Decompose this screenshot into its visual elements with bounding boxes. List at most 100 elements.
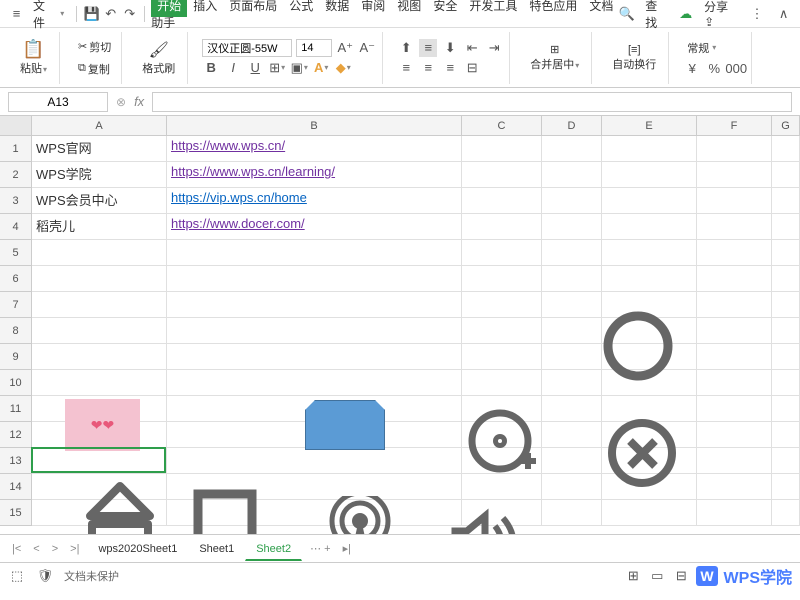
antenna-icon[interactable] bbox=[325, 496, 395, 534]
cell-F10[interactable] bbox=[697, 370, 772, 396]
cell-C6[interactable] bbox=[462, 266, 542, 292]
tab-first-icon[interactable]: |< bbox=[8, 541, 25, 557]
font-color-icon[interactable]: A▾ bbox=[312, 59, 330, 77]
cut-button[interactable]: ✂ 剪切 bbox=[74, 37, 115, 57]
fill-color-icon[interactable]: ▣▾ bbox=[290, 59, 308, 77]
undo-icon[interactable]: ↶ bbox=[102, 5, 119, 23]
col-header-C[interactable]: C bbox=[462, 116, 542, 135]
menu-tab-2[interactable]: 页面布局 bbox=[223, 0, 283, 17]
cell-D15[interactable] bbox=[542, 500, 602, 526]
row-header-9[interactable]: 9 bbox=[0, 344, 32, 370]
cell-D6[interactable] bbox=[542, 266, 602, 292]
menu-tab-4[interactable]: 数据 bbox=[319, 0, 355, 17]
menu-tab-8[interactable]: 开发工具 bbox=[463, 0, 523, 17]
menu-tab-5[interactable]: 审阅 bbox=[355, 0, 391, 17]
cell-G1[interactable] bbox=[772, 136, 800, 162]
settings-icon[interactable]: ⬚ bbox=[8, 567, 26, 585]
cell-F4[interactable] bbox=[697, 214, 772, 240]
cell-C1[interactable] bbox=[462, 136, 542, 162]
align-left-icon[interactable]: ≡ bbox=[397, 59, 415, 77]
blue-shape[interactable] bbox=[305, 400, 385, 450]
cell-F1[interactable] bbox=[697, 136, 772, 162]
cell-G14[interactable] bbox=[772, 474, 800, 500]
cell-B5[interactable] bbox=[167, 240, 462, 266]
cell-F15[interactable] bbox=[697, 500, 772, 526]
menu-tab-9[interactable]: 特色应用 bbox=[523, 0, 583, 17]
align-bottom-icon[interactable]: ⬇ bbox=[441, 39, 459, 57]
merge-center-button[interactable]: ⊞合并居中▾ bbox=[524, 41, 585, 74]
formula-input[interactable] bbox=[152, 92, 792, 112]
cell-G11[interactable] bbox=[772, 396, 800, 422]
row-header-4[interactable]: 4 bbox=[0, 214, 32, 240]
highlight-icon[interactable]: ◆▾ bbox=[334, 59, 352, 77]
collapse-icon[interactable]: ∧ bbox=[775, 5, 792, 23]
row-header-15[interactable]: 15 bbox=[0, 500, 32, 526]
border-icon[interactable]: ⊞▾ bbox=[268, 59, 286, 77]
cell-A4[interactable]: 稻壳儿 bbox=[32, 214, 167, 240]
cell-E1[interactable] bbox=[602, 136, 697, 162]
col-header-A[interactable]: A bbox=[32, 116, 167, 135]
row-header-11[interactable]: 11 bbox=[0, 396, 32, 422]
tab-next-icon[interactable]: > bbox=[48, 541, 62, 557]
tab-prev-icon[interactable]: < bbox=[29, 541, 43, 557]
cell-G4[interactable] bbox=[772, 214, 800, 240]
cell-A5[interactable] bbox=[32, 240, 167, 266]
align-center-icon[interactable]: ≡ bbox=[419, 59, 437, 77]
cancel-fx-icon[interactable]: ⊗ bbox=[116, 95, 126, 109]
tab-scroll-icon[interactable]: ▸| bbox=[339, 540, 355, 557]
cell-G3[interactable] bbox=[772, 188, 800, 214]
font-select[interactable] bbox=[202, 39, 292, 57]
row-header-14[interactable]: 14 bbox=[0, 474, 32, 500]
format-painter-button[interactable]: 🖌 格式刷 bbox=[136, 38, 181, 78]
cell-B7[interactable] bbox=[167, 292, 462, 318]
cell-D5[interactable] bbox=[542, 240, 602, 266]
cell-C7[interactable] bbox=[462, 292, 542, 318]
row-header-5[interactable]: 5 bbox=[0, 240, 32, 266]
comma-icon[interactable]: 000 bbox=[727, 60, 745, 78]
view-break-icon[interactable]: ⊟ bbox=[672, 567, 690, 585]
cell-B10[interactable] bbox=[167, 370, 462, 396]
cell-B6[interactable] bbox=[167, 266, 462, 292]
row-header-2[interactable]: 2 bbox=[0, 162, 32, 188]
cell-F6[interactable] bbox=[697, 266, 772, 292]
cell-G13[interactable] bbox=[772, 448, 800, 474]
percent-icon[interactable]: % bbox=[705, 60, 723, 78]
col-header-E[interactable]: E bbox=[602, 116, 697, 135]
more-icon[interactable]: ⋮ bbox=[749, 5, 766, 23]
cell-E2[interactable] bbox=[602, 162, 697, 188]
menu-tab-7[interactable]: 安全 bbox=[427, 0, 463, 17]
cell-G15[interactable] bbox=[772, 500, 800, 526]
stop-icon[interactable] bbox=[190, 486, 260, 534]
indent-left-icon[interactable]: ⇤ bbox=[463, 39, 481, 57]
auto-wrap-button[interactable]: [≡]自动换行 bbox=[606, 42, 662, 74]
cell-D13[interactable] bbox=[542, 448, 602, 474]
share-button[interactable]: 分享 ⇪ bbox=[704, 0, 739, 29]
cell-F2[interactable] bbox=[697, 162, 772, 188]
fx-icon[interactable]: fx bbox=[134, 94, 144, 109]
col-header-B[interactable]: B bbox=[167, 116, 462, 135]
align-right-icon[interactable]: ≡ bbox=[441, 59, 459, 77]
decrease-font-icon[interactable]: A⁻ bbox=[358, 39, 376, 57]
cell-D11[interactable] bbox=[542, 396, 602, 422]
cell-E4[interactable] bbox=[602, 214, 697, 240]
cell-A6[interactable] bbox=[32, 266, 167, 292]
italic-icon[interactable]: I bbox=[224, 59, 242, 77]
cell-B9[interactable] bbox=[167, 344, 462, 370]
cell-A7[interactable] bbox=[32, 292, 167, 318]
cell-G7[interactable] bbox=[772, 292, 800, 318]
cell-E15[interactable] bbox=[602, 500, 697, 526]
cell-D8[interactable] bbox=[542, 318, 602, 344]
row-header-3[interactable]: 3 bbox=[0, 188, 32, 214]
cell-C9[interactable] bbox=[462, 344, 542, 370]
menu-tab-3[interactable]: 公式 bbox=[283, 0, 319, 17]
cell-D1[interactable] bbox=[542, 136, 602, 162]
save-icon[interactable]: 💾 bbox=[83, 5, 100, 23]
cell-C4[interactable] bbox=[462, 214, 542, 240]
speaker-icon[interactable] bbox=[445, 506, 525, 534]
cell-G9[interactable] bbox=[772, 344, 800, 370]
row-header-1[interactable]: 1 bbox=[0, 136, 32, 162]
shield-icon[interactable]: 🛡 bbox=[36, 567, 54, 585]
cell-C5[interactable] bbox=[462, 240, 542, 266]
cell-F11[interactable] bbox=[697, 396, 772, 422]
col-header-G[interactable]: G bbox=[772, 116, 800, 135]
